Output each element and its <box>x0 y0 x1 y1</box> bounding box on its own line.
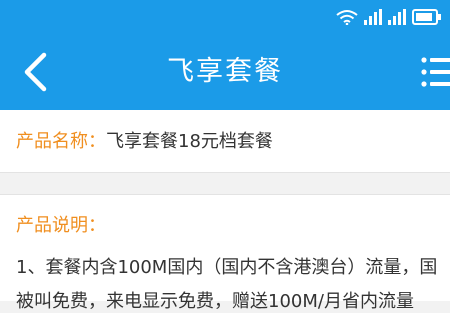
app-header: 飞享套餐 <box>0 34 450 110</box>
page-title: 飞享套餐 <box>167 56 283 87</box>
signal-icon <box>364 9 382 25</box>
description-line: 1、套餐内含100M国内（国内不含港澳台）流量，国 <box>16 257 438 278</box>
description-line: 被叫免费，来电显示免费，赠送100M/月省内流量 <box>16 291 414 312</box>
description-label: 产品说明： <box>16 215 106 236</box>
product-name: 产品名称：飞享套餐18元档套餐 <box>16 110 273 172</box>
status-icons <box>336 7 442 27</box>
product-description-section: 产品说明： 1、套餐内含100M国内（国内不含港澳台）流量，国 被叫免费，来电显… <box>0 194 450 312</box>
menu-button[interactable] <box>420 54 450 90</box>
product-name-label: 产品名称： <box>16 131 106 152</box>
product-name-value: 飞享套餐18元档套餐 <box>106 131 273 152</box>
product-name-row: 产品名称：飞享套餐18元档套餐 <box>0 110 450 173</box>
list-menu-icon <box>421 57 450 87</box>
battery-icon <box>412 9 441 25</box>
wifi-icon <box>336 10 358 25</box>
signal-icon <box>388 9 406 25</box>
status-bar <box>0 0 450 34</box>
